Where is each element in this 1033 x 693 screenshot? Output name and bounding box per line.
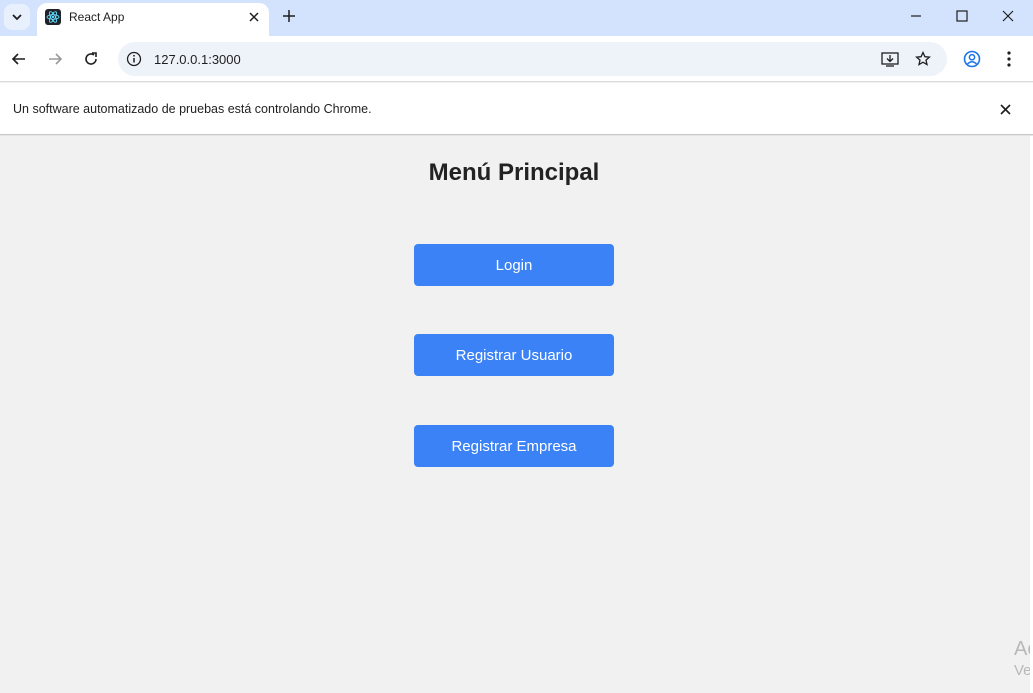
react-logo-icon	[45, 9, 61, 25]
profile-button[interactable]	[961, 48, 983, 70]
register-user-button[interactable]: Registrar Usuario	[414, 334, 614, 376]
site-info-icon[interactable]	[126, 51, 142, 67]
maximize-icon	[956, 10, 968, 22]
close-icon	[999, 103, 1011, 115]
reload-icon	[85, 52, 97, 65]
browser-toolbar: 127.0.0.1:3000	[0, 36, 1033, 82]
automation-infobar: Un software automatizado de pruebas está…	[0, 83, 1033, 135]
more-vert-icon	[1007, 51, 1011, 67]
tab-title: React App	[69, 10, 125, 24]
infobar-close-button[interactable]	[996, 100, 1014, 118]
url-text[interactable]: 127.0.0.1:3000	[154, 52, 241, 67]
forward-button[interactable]	[44, 48, 66, 70]
close-icon	[249, 12, 259, 22]
arrow-right-icon	[49, 53, 63, 65]
bookmark-button[interactable]	[913, 50, 933, 68]
reload-button[interactable]	[80, 48, 102, 70]
close-window-button[interactable]	[997, 6, 1019, 26]
chevron-down-icon	[12, 14, 22, 21]
install-icon	[881, 52, 899, 67]
plus-icon	[283, 10, 295, 22]
profile-icon	[963, 50, 981, 68]
browser-tab[interactable]: React App	[37, 3, 269, 36]
install-app-button[interactable]	[880, 50, 900, 68]
tab-close-button[interactable]	[245, 8, 263, 26]
register-company-button[interactable]: Registrar Empresa	[414, 425, 614, 467]
page-content: Menú Principal Login Registrar Usuario R…	[0, 136, 1033, 693]
arrow-left-icon	[11, 53, 25, 65]
menu-button[interactable]	[998, 48, 1020, 70]
activation-watermark-line2: Ve	[1014, 662, 1032, 679]
address-bar[interactable]: 127.0.0.1:3000	[118, 42, 947, 76]
login-button[interactable]: Login	[414, 244, 614, 286]
tab-strip: React App	[0, 0, 1033, 36]
maximize-button[interactable]	[951, 6, 973, 26]
page-title: Menú Principal	[428, 159, 600, 186]
close-icon	[1002, 10, 1014, 22]
back-button[interactable]	[8, 48, 30, 70]
minimize-button[interactable]	[905, 6, 927, 26]
star-icon	[915, 51, 931, 66]
minimize-icon	[911, 15, 921, 17]
infobar-message: Un software automatizado de pruebas está…	[13, 102, 372, 116]
tab-search-button[interactable]	[4, 4, 30, 30]
new-tab-button[interactable]	[279, 6, 299, 26]
